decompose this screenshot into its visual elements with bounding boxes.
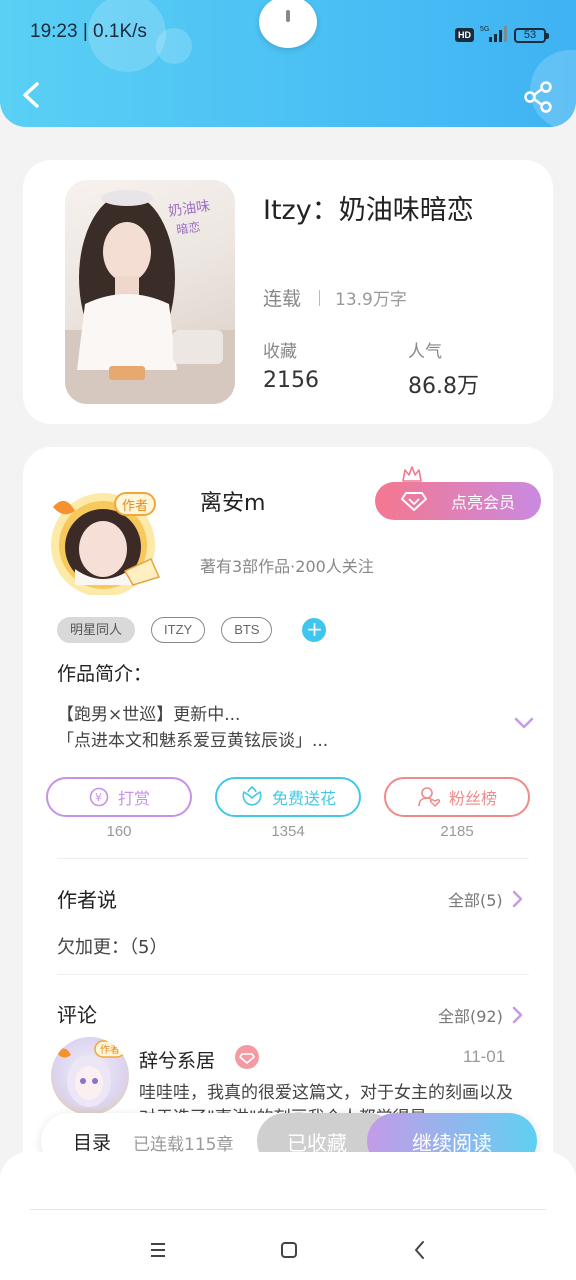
table-of-contents-button[interactable]: 目录 [73, 1128, 111, 1155]
author-note: 欠加更：（5） [57, 937, 168, 958]
crown-icon [402, 466, 422, 482]
home-square-icon [281, 1242, 297, 1258]
author-details-card: 作者 离安m 著有3部作品·200人关注 点亮会员 明星同人 ITZY BTS … [23, 447, 553, 1207]
yuan-coin-icon: ¥ [89, 787, 109, 807]
share-icon [524, 81, 552, 113]
header-bar: 19:23 | 0.1K/s HD 5G 53 [0, 0, 576, 127]
vip-membership-button[interactable]: 点亮会员 [375, 482, 541, 520]
tag-item[interactable]: ITZY [151, 617, 206, 643]
menu-nav-button[interactable] [144, 1236, 172, 1264]
signal-icon: 5G [480, 24, 508, 46]
book-info-card: 奶油味 暗恋 Itzy：奶油味暗恋 连载 13.9万字 收藏 2156 人气 8… [23, 160, 553, 424]
nav-back-icon [415, 1241, 424, 1259]
chevron-right-icon [512, 890, 522, 908]
back-nav-button[interactable] [406, 1236, 434, 1264]
collect-value: 2156 [263, 368, 319, 393]
home-nav-button[interactable] [275, 1236, 303, 1264]
nav-divider [30, 1209, 546, 1210]
collect-label: 收藏 [263, 342, 297, 362]
author-says-more-link[interactable]: 全部(5) [448, 887, 523, 911]
author-avatar[interactable]: 作者 [41, 485, 181, 597]
tip-count: 160 [106, 823, 132, 840]
author-says-more-label: 全部(5) [448, 891, 503, 910]
svg-text:¥: ¥ [95, 791, 102, 804]
fan-user-icon [418, 787, 441, 808]
author-meta: 著有3部作品·200人关注 [200, 557, 374, 576]
commenter-avatar[interactable]: 作者 [51, 1037, 129, 1115]
section-divider [57, 974, 529, 975]
tag-item[interactable]: 明星同人 [57, 617, 136, 643]
back-arrow-icon [23, 82, 39, 108]
author-avatar-badge: 作者 [122, 499, 148, 514]
fan-ranking-label: 粉丝榜 [448, 789, 497, 808]
popularity-label: 人气 [408, 342, 442, 362]
system-status-icons: HD 5G 53 [455, 24, 549, 46]
author-avatar-icon: 作者 [51, 492, 161, 597]
tip-button[interactable]: ¥ 打赏 [46, 777, 192, 817]
commenter-avatar-badge: 作者 [100, 1044, 120, 1056]
comments-more-label: 全部(92) [438, 1007, 503, 1026]
cover-illustration-icon: 奶油味 暗恋 [65, 190, 235, 404]
flower-count: 1354 [271, 823, 305, 840]
book-title: Itzy：奶油味暗恋 [263, 195, 474, 226]
comments-more-link[interactable]: 全部(92) [438, 1003, 523, 1027]
intro-line-2: 「点进本文和魅系爱豆黄铉辰谈」... [57, 731, 329, 751]
intro-line-1: 【跑男×世巡】更新中... [57, 705, 241, 725]
tag-item[interactable]: BTS [221, 617, 273, 643]
comments-title: 评论 [57, 1003, 97, 1027]
battery-icon: 53 [514, 27, 549, 43]
header-bubble-decoration [156, 28, 192, 64]
status-divider [319, 289, 321, 306]
hd-icon: HD [455, 28, 474, 42]
diamond-icon [401, 492, 427, 511]
network-label: 5G [480, 26, 489, 33]
system-nav-area [0, 1152, 576, 1280]
author-says-title: 作者说 [57, 888, 117, 912]
word-count: 13.9万字 [335, 290, 407, 310]
chevron-down-icon [514, 717, 534, 729]
intro-label: 作品简介： [57, 663, 153, 685]
send-flower-label: 免费送花 [271, 789, 336, 808]
back-button[interactable] [18, 80, 48, 110]
section-divider [57, 858, 529, 859]
status-time: 19:23 | 0.1K/s [30, 21, 147, 42]
tip-label: 打赏 [117, 789, 150, 808]
share-button[interactable] [522, 80, 556, 114]
flower-icon [242, 786, 262, 806]
author-name[interactable]: 离安m [200, 485, 265, 517]
menu-icon [151, 1243, 165, 1257]
fan-count: 2185 [440, 823, 474, 840]
svg-text:奶油味: 奶油味 [167, 198, 211, 220]
chevron-right-icon [512, 1006, 523, 1024]
svg-text:暗恋: 暗恋 [175, 219, 201, 237]
add-tag-icon[interactable]: + [302, 618, 327, 642]
popularity-value: 86.8万 [408, 374, 479, 399]
vip-button-label: 点亮会员 [450, 493, 515, 512]
book-cover-image[interactable]: 奶油味 暗恋 [65, 180, 235, 404]
member-badge-icon [235, 1045, 259, 1069]
fan-ranking-button[interactable]: 粉丝榜 [384, 777, 530, 817]
comment-date: 11-01 [463, 1047, 506, 1066]
commenter-name[interactable]: 辞兮系居 [139, 1046, 215, 1073]
book-status-row: 连载 13.9万字 [263, 284, 407, 311]
tag-list: 明星同人 ITZY BTS + [57, 617, 327, 643]
serial-status: 连载 [263, 288, 302, 310]
camera-notch [259, 0, 317, 48]
expand-intro-button[interactable] [513, 715, 535, 731]
commenter-avatar-icon: 作者 [57, 1040, 126, 1107]
send-flower-button[interactable]: 免费送花 [215, 777, 361, 817]
